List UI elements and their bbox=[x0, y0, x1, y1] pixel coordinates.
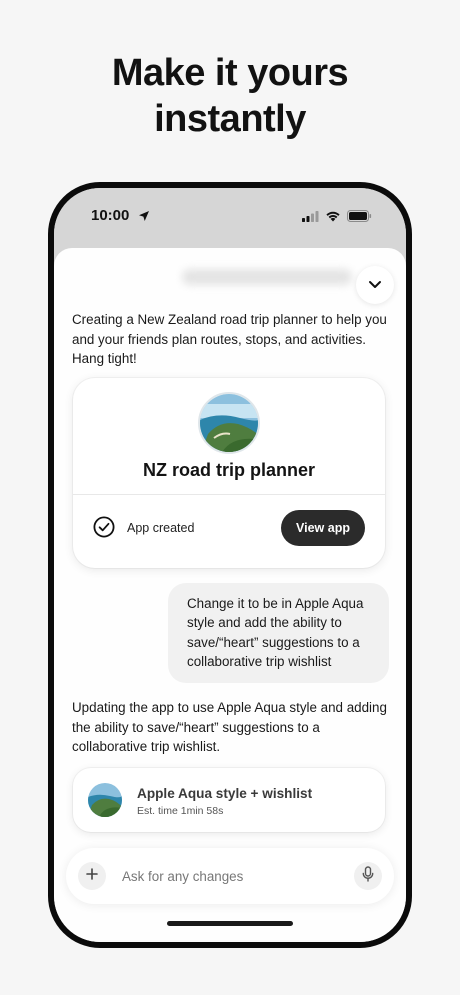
composer-bar bbox=[66, 848, 394, 904]
user-message-bubble: Change it to be in Apple Aqua style and … bbox=[168, 583, 389, 683]
chevron-down-icon bbox=[368, 276, 382, 294]
add-attachment-button[interactable] bbox=[78, 862, 106, 890]
view-app-button[interactable]: View app bbox=[281, 510, 365, 546]
phone-screen: 10:00 Creating a New Zealand road trip p… bbox=[54, 188, 406, 942]
collapse-button[interactable] bbox=[356, 266, 394, 304]
progress-title: Apple Aqua style + wishlist bbox=[137, 786, 313, 801]
progress-estimate: Est. time 1min 58s bbox=[137, 805, 224, 817]
microphone-button[interactable] bbox=[354, 862, 382, 890]
app-status-label: App created bbox=[127, 521, 195, 535]
chat-sheet: Creating a New Zealand road trip planner… bbox=[54, 248, 406, 942]
app-title: NZ road trip planner bbox=[142, 460, 315, 480]
headline-line-2: instantly bbox=[154, 98, 306, 140]
assistant-message: Creating a New Zealand road trip planner… bbox=[72, 312, 387, 366]
location-arrow-icon bbox=[138, 209, 150, 227]
app-thumbnail-image bbox=[198, 392, 260, 454]
cellular-signal-icon bbox=[302, 209, 319, 227]
home-indicator bbox=[167, 921, 293, 926]
microphone-icon bbox=[362, 865, 374, 887]
status-time: 10:00 bbox=[91, 207, 130, 224]
headline: Make it yours instantly bbox=[0, 50, 460, 142]
wifi-icon bbox=[325, 209, 341, 227]
progress-card[interactable]: Apple Aqua style + wishlist Est. time 1m… bbox=[73, 768, 385, 832]
app-card[interactable]: NZ road trip planner App created View ap… bbox=[73, 378, 385, 568]
status-bar: 10:00 bbox=[54, 188, 406, 244]
progress-thumbnail-image bbox=[88, 783, 122, 817]
card-divider bbox=[73, 494, 385, 495]
plus-icon bbox=[86, 867, 98, 885]
headline-line-1: Make it yours bbox=[111, 52, 349, 94]
assistant-message-2: Updating the app to use Apple Aqua style… bbox=[72, 700, 387, 754]
check-circle-icon bbox=[93, 516, 115, 543]
message-input[interactable] bbox=[122, 865, 332, 887]
status-icons bbox=[302, 209, 372, 227]
sheet-title-placeholder bbox=[182, 269, 352, 285]
battery-icon bbox=[347, 209, 372, 227]
phone-frame: 10:00 Creating a New Zealand road trip p… bbox=[48, 182, 412, 948]
